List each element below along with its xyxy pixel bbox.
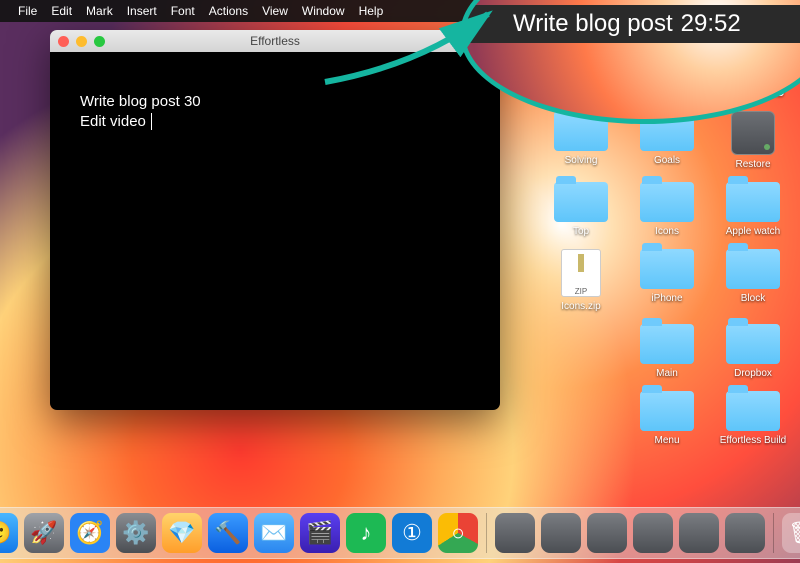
dock-sketch[interactable]: 💎 [162,513,202,553]
zip-file-icon: ZIP [561,249,601,297]
folder-icon [640,391,694,431]
desktop-item-Menu[interactable]: Menu [626,391,708,446]
window-titlebar[interactable]: Effortless [50,30,500,52]
folder-icon [554,111,608,151]
desktop-item-label: Main [656,368,678,379]
menu-bar: File Edit Mark Insert Font Actions View … [0,0,800,22]
folder-icon [554,182,608,222]
desktop-item-label: Solving [565,155,598,166]
desktop-item-iPhone[interactable]: iPhone [626,249,708,312]
dock-1password[interactable]: ① [392,513,432,553]
folder-icon [640,111,694,151]
menu-mark[interactable]: Mark [86,4,113,18]
folder-icon [726,391,780,431]
dock-separator [773,513,774,553]
desktop-item-label: Menu [654,435,679,446]
desktop-item-Dropbox[interactable]: Dropbox [712,324,794,379]
desktop-item-1[interactable] [626,40,708,99]
menu-insert[interactable]: Insert [127,4,157,18]
desktop-item-Effortless Build[interactable]: Effortless Build [712,391,794,446]
dock-recent-3[interactable] [587,513,627,553]
dock-spotify[interactable]: ♪ [346,513,386,553]
desktop-item-Icons[interactable]: Icons [626,182,708,237]
folder-icon [640,182,694,222]
editor-line[interactable]: Edit video [80,112,482,132]
menu-list-icon[interactable] [778,4,792,18]
desktop-item-Icons.zip[interactable]: ZIP Icons.zip [540,249,622,312]
menu-file[interactable]: File [18,4,37,18]
folder-icon [726,249,780,289]
control-strip-icon[interactable] [754,4,768,18]
dock-recent-4[interactable] [633,513,673,553]
editor-line[interactable]: Write blog post 30 [80,92,482,112]
desktop-item-label: Effortless Build [720,435,787,446]
desktop: File Edit Mark Insert Font Actions View … [0,0,800,563]
desktop-item-Macintosh HD[interactable]: Macintosh HD [712,40,794,99]
dock: 🙂🚀🧭⚙️💎🔨✉️🎬♪①○ 🗑 [0,507,800,559]
folder-icon [726,324,780,364]
dock-recent-5[interactable] [679,513,719,553]
task-editor[interactable]: Write blog post 30 Edit video [50,52,500,151]
desktop-item-Top[interactable]: Top [540,182,622,237]
desktop-item-label: Goals [654,155,680,166]
hard-drive-icon [731,111,775,155]
dock-launchpad[interactable]: 🚀 [24,513,64,553]
folder-icon [640,324,694,364]
desktop-item-label: Apple watch [726,226,780,237]
dock-trash[interactable]: 🗑 [782,513,800,553]
dock-chrome[interactable]: ○ [438,513,478,553]
menu-font[interactable]: Font [171,4,195,18]
desktop-item-Restore[interactable]: Restore [712,111,794,170]
folder-icon [640,249,694,289]
desktop-item-label: Restore [735,159,770,170]
menu-items: File Edit Mark Insert Font Actions View … [18,4,383,18]
desktop-item-label: Icons.zip [561,301,600,312]
window-title: Effortless [50,34,500,48]
menu-help[interactable]: Help [359,4,384,18]
menu-view[interactable]: View [262,4,288,18]
folder-icon [640,40,694,80]
dock-system-preferences[interactable]: ⚙️ [116,513,156,553]
text-cursor [147,113,152,130]
desktop-item-Goals[interactable]: Goals [626,111,708,170]
desktop-item-label: Icons [655,226,679,237]
desktop-item-label: iPhone [651,293,682,304]
desktop-icons: Macintosh HD Solving Goals Restore Top Icons A… [534,40,794,446]
dock-safari[interactable]: 🧭 [70,513,110,553]
hard-drive-icon [731,40,775,84]
desktop-item-0[interactable] [540,40,622,99]
folder-icon [554,40,608,80]
menu-edit[interactable]: Edit [51,4,72,18]
folder-icon [726,182,780,222]
desktop-item-Solving[interactable]: Solving [540,111,622,170]
dock-mail[interactable]: ✉️ [254,513,294,553]
dock-recent-2[interactable] [541,513,581,553]
menu-window[interactable]: Window [302,4,345,18]
desktop-item-label: Dropbox [734,368,772,379]
dock-recent-1[interactable] [495,513,535,553]
menu-actions[interactable]: Actions [209,4,248,18]
dock-imovie[interactable]: 🎬 [300,513,340,553]
desktop-item-label: Macintosh HD [722,88,785,99]
dock-separator [486,513,487,553]
spotlight-icon[interactable] [730,4,744,18]
desktop-item-Block[interactable]: Block [712,249,794,312]
dock-xcode[interactable]: 🔨 [208,513,248,553]
effortless-window[interactable]: Effortless Write blog post 30 Edit video [50,30,500,410]
dock-finder[interactable]: 🙂 [0,513,18,553]
desktop-item-label: Block [741,293,765,304]
desktop-item-label: Top [573,226,589,237]
desktop-item-Apple watch[interactable]: Apple watch [712,182,794,237]
menubar-right [730,4,792,18]
dock-recent-6[interactable] [725,513,765,553]
desktop-item-Main[interactable]: Main [626,324,708,379]
